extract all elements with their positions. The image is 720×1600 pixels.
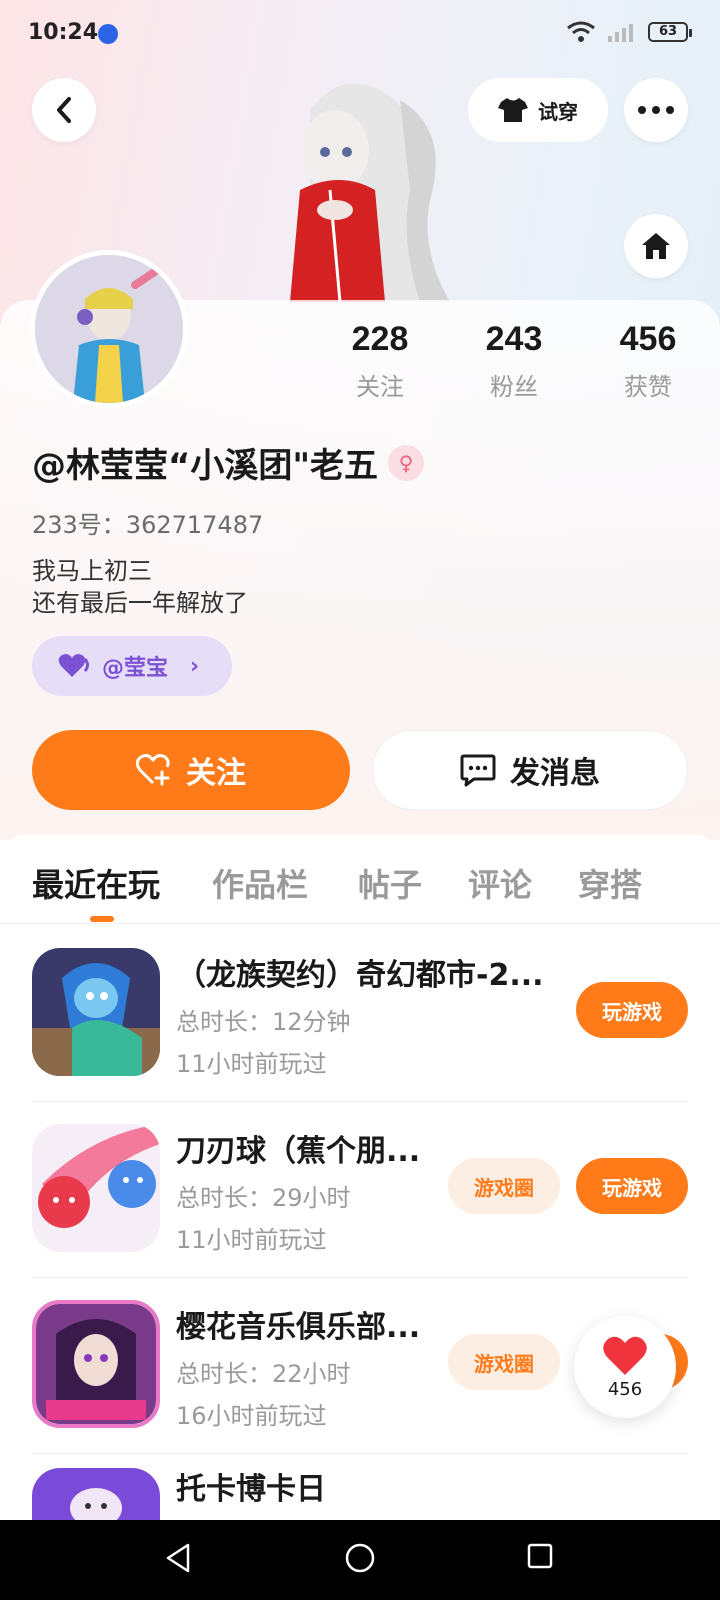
content-panel: 最近在玩 作品栏 帖子 评论 穿搭 （龙族契约）奇幻都市-2... 总时长：12… [0, 834, 720, 1596]
like-count: 456 [607, 1378, 643, 1400]
try-on-label: 试穿 [538, 99, 578, 124]
game-circle-button[interactable]: 游戏圈 [448, 1158, 560, 1214]
system-navigation-bar [0, 1520, 720, 1600]
tab-works[interactable]: 作品栏 [212, 860, 308, 906]
back-nav-icon[interactable] [164, 1542, 192, 1574]
tab-recently-played[interactable]: 最近在玩 [32, 860, 160, 906]
message-label: 发消息 [510, 756, 600, 791]
user-id: 233号：362717487 [32, 511, 264, 539]
followers-stat[interactable]: 243 粉丝 [464, 320, 564, 402]
follow-button[interactable]: 关注 [32, 730, 350, 810]
game-title: 托卡博卡日 [176, 1472, 326, 1507]
bio-line-2: 还有最后一年解放了 [32, 589, 248, 617]
following-stat[interactable]: 228 关注 [330, 320, 430, 402]
game-duration: 总时长：12分钟 [176, 1008, 351, 1036]
game-last-played: 11小时前玩过 [176, 1226, 327, 1254]
likes-label: 获赞 [624, 373, 672, 401]
home-nav-icon[interactable] [344, 1542, 376, 1574]
following-label: 关注 [356, 373, 404, 401]
game-last-played: 16小时前玩过 [176, 1402, 327, 1430]
app-notification-icon [98, 24, 118, 44]
username: @林莹莹“小溪团"老五 [32, 446, 379, 486]
heart-icon [603, 1336, 647, 1375]
signal-icon [608, 24, 633, 42]
more-button[interactable] [624, 78, 688, 142]
tshirt-icon [498, 98, 528, 122]
female-gender-icon: ♀ [388, 444, 425, 481]
followers-label: 粉丝 [490, 373, 538, 401]
chevron-right-icon: › [190, 653, 200, 679]
avatar-character-image [35, 255, 183, 403]
heart-plus-icon [136, 754, 170, 786]
game-duration: 总时长：22小时 [176, 1360, 351, 1388]
try-on-button[interactable]: 试穿 [468, 78, 608, 142]
game-title: 刀刃球（蕉个朋... [176, 1134, 421, 1169]
followers-count: 243 [485, 320, 543, 358]
more-dots-icon [638, 106, 674, 114]
following-count: 228 [351, 320, 409, 358]
home-button[interactable] [624, 214, 688, 278]
heart-link-icon [58, 654, 89, 677]
game-last-played: 11小时前玩过 [176, 1050, 327, 1078]
tab-posts[interactable]: 帖子 [358, 860, 422, 906]
back-button[interactable] [32, 78, 96, 142]
wifi-icon [567, 21, 595, 42]
profile-stats: 228 关注 243 粉丝 456 获赞 [330, 320, 700, 410]
bio: 我马上初三 还有最后一年解放了 [32, 555, 248, 619]
status-bar: 10:24 63 [0, 0, 720, 66]
game-icon [32, 948, 160, 1076]
home-icon [642, 233, 670, 259]
message-button[interactable]: 发消息 [372, 730, 688, 810]
linked-user-pill[interactable]: @莹宝 › [32, 636, 232, 696]
avatar-3d-figure [290, 83, 450, 302]
game-circle-button[interactable]: 游戏圈 [448, 1334, 560, 1390]
game-title: 樱花音乐俱乐部... [176, 1310, 421, 1345]
list-item[interactable]: 刀刃球（蕉个朋... 总时长：29小时 11小时前玩过 游戏圈 玩游戏 [32, 1102, 688, 1278]
play-game-button[interactable]: 玩游戏 [576, 982, 688, 1038]
game-title: （龙族契约）奇幻都市-2... [176, 958, 544, 993]
list-item[interactable]: （龙族契约）奇幻都市-2... 总时长：12分钟 11小时前玩过 玩游戏 [32, 926, 688, 1102]
chevron-left-icon [57, 97, 71, 123]
follow-label: 关注 [186, 756, 246, 791]
recents-nav-icon[interactable] [526, 1542, 554, 1570]
likes-stat[interactable]: 456 获赞 [598, 320, 698, 402]
username-row: @林莹莹“小溪团"老五 ♀ [32, 438, 425, 487]
status-time: 10:24 [28, 20, 99, 45]
active-tab-indicator [90, 916, 114, 922]
game-icon [32, 1124, 160, 1252]
play-game-button[interactable]: 玩游戏 [576, 1158, 688, 1214]
like-button[interactable]: 456 [574, 1316, 676, 1418]
bio-line-1: 我马上初三 [32, 557, 152, 585]
profile-tabs: 最近在玩 作品栏 帖子 评论 穿搭 [0, 834, 720, 924]
avatar[interactable] [30, 250, 188, 408]
tab-outfits[interactable]: 穿搭 [578, 860, 642, 906]
battery-icon: 63 [648, 22, 692, 42]
linked-user-name: @莹宝 [102, 656, 169, 681]
likes-count: 456 [619, 320, 677, 358]
game-duration: 总时长：29小时 [176, 1184, 351, 1212]
game-icon [32, 1300, 160, 1428]
chat-bubble-icon [460, 754, 496, 787]
tab-comments[interactable]: 评论 [468, 860, 532, 906]
